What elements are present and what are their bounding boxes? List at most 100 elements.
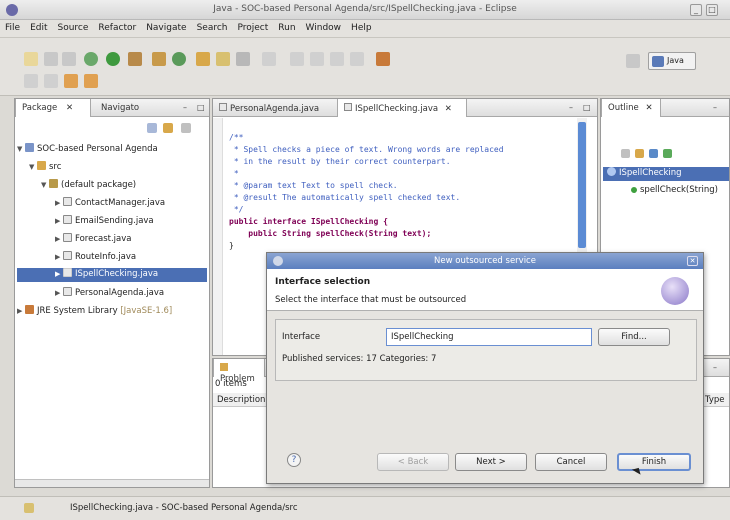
tab-problems[interactable]: Problem	[213, 359, 265, 384]
tree-item-emailsending[interactable]: ▶ EmailSending.java	[55, 215, 154, 229]
hide-static-icon[interactable]	[649, 149, 658, 158]
finish-button[interactable]: Finish	[617, 453, 691, 471]
help-icon[interactable]: ?	[287, 453, 301, 467]
maximize-view-icon[interactable]: □	[583, 103, 591, 112]
scrollbar-thumb[interactable]	[578, 122, 586, 248]
toggle-mark-icon[interactable]	[84, 74, 98, 88]
tab-package-explorer[interactable]: Package ✕	[15, 99, 91, 117]
column-description[interactable]: Description	[217, 395, 265, 405]
tree-item-jre-library[interactable]: ▶ JRE System Library [JavaSE-1.6]	[17, 305, 172, 319]
back-icon[interactable]	[350, 52, 364, 66]
collapse-arrow-icon[interactable]: ▶	[55, 289, 63, 297]
link-editor-icon[interactable]	[163, 123, 173, 133]
sort-icon[interactable]	[621, 149, 630, 158]
annotation-icon[interactable]	[262, 52, 276, 66]
menu-file[interactable]: File	[0, 20, 25, 33]
new-icon[interactable]	[24, 52, 38, 66]
external-tools-icon[interactable]	[128, 52, 142, 66]
run-icon[interactable]	[106, 52, 120, 66]
minimize-view-icon[interactable]: –	[713, 103, 717, 112]
minimize-view-icon[interactable]: –	[183, 103, 187, 112]
code-line-8[interactable]: public interface ISpellChecking {	[229, 217, 388, 226]
find-button[interactable]: Find...	[598, 328, 670, 346]
menu-refactor[interactable]: Refactor	[93, 20, 141, 33]
menu-run[interactable]: Run	[273, 20, 300, 33]
column-type[interactable]: Type	[705, 395, 725, 405]
collapse-arrow-icon[interactable]: ▶	[55, 270, 63, 278]
print-icon[interactable]	[62, 52, 76, 66]
save-icon[interactable]	[44, 52, 58, 66]
new-package-icon[interactable]	[172, 52, 186, 66]
collapse-arrow-icon[interactable]: ▶	[55, 217, 63, 225]
tree-item-ispellchecking[interactable]: ▶ ISpellChecking.java	[17, 268, 207, 282]
next-annotation-icon[interactable]	[290, 52, 304, 66]
nav-forward-icon[interactable]	[44, 74, 58, 88]
dialog-close-icon[interactable]: ✕	[687, 256, 698, 266]
tree-item-routeinfo[interactable]: ▶ RouteInfo.java	[55, 251, 136, 265]
tab-navigator[interactable]: Navigato	[95, 99, 145, 117]
prev-annotation-icon[interactable]	[310, 52, 324, 66]
code-line-3[interactable]: * in the result by their correct counter…	[229, 157, 451, 166]
menu-help[interactable]: Help	[346, 20, 377, 33]
code-line-4[interactable]: *	[229, 169, 239, 178]
menu-edit[interactable]: Edit	[25, 20, 52, 33]
code-line-7[interactable]: */	[229, 205, 244, 214]
collapse-arrow-icon[interactable]: ▶	[55, 235, 63, 243]
interface-input[interactable]: ISpellChecking	[386, 328, 592, 346]
maximize-icon[interactable]: □	[706, 4, 718, 16]
tab-personalagenda-java[interactable]: PersonalAgenda.java	[213, 99, 325, 117]
code-line-10[interactable]: }	[229, 241, 234, 250]
minimize-view-icon[interactable]: –	[569, 103, 573, 112]
expand-arrow-icon[interactable]: ▼	[41, 181, 49, 189]
tree-item-contactmanager[interactable]: ▶ ContactManager.java	[55, 197, 165, 211]
forward-icon[interactable]	[376, 52, 390, 66]
tree-item-project[interactable]: ▼ SOC-based Personal Agenda	[17, 143, 158, 157]
menu-source[interactable]: Source	[53, 20, 94, 33]
cancel-button[interactable]: Cancel	[535, 453, 607, 471]
new-class-icon[interactable]	[196, 52, 210, 66]
code-line-5[interactable]: * @param text Text to spell check.	[229, 181, 398, 190]
hide-nonpublic-icon[interactable]	[663, 149, 672, 158]
java-perspective-button[interactable]: Java	[648, 52, 696, 70]
open-perspective-icon[interactable]	[626, 54, 640, 68]
outline-item-interface[interactable]: ISpellChecking	[603, 167, 729, 181]
tree-item-src[interactable]: ▼ src	[29, 161, 61, 175]
close-icon[interactable]: ✕	[445, 104, 452, 114]
code-line-1[interactable]: /**	[229, 133, 243, 142]
hide-fields-icon[interactable]	[635, 149, 644, 158]
code-line-9[interactable]: public String spellCheck(String text);	[229, 229, 431, 238]
code-line-2[interactable]: * Spell checks a piece of text. Wrong wo…	[229, 145, 504, 154]
horizontal-scrollbar[interactable]	[15, 479, 209, 487]
collapse-arrow-icon[interactable]: ▶	[55, 199, 63, 207]
tree-item-default-package[interactable]: ▼ (default package)	[41, 179, 136, 193]
nav-back-icon[interactable]	[24, 74, 38, 88]
menu-project[interactable]: Project	[232, 20, 273, 33]
fast-view-icon[interactable]	[24, 503, 34, 513]
close-icon[interactable]: ✕	[66, 103, 73, 113]
collapse-arrow-icon[interactable]: ▶	[55, 253, 63, 261]
code-line-6[interactable]: * @result The automatically spell checke…	[229, 193, 460, 202]
minimize-icon[interactable]: _	[690, 4, 702, 16]
new-java-project-icon[interactable]	[152, 52, 166, 66]
tab-outline[interactable]: Outline ✕	[601, 99, 661, 117]
maximize-view-icon[interactable]: □	[197, 103, 205, 112]
tree-item-personalagenda[interactable]: ▶ PersonalAgenda.java	[55, 287, 164, 301]
menu-window[interactable]: Window	[301, 20, 347, 33]
menu-navigate[interactable]: Navigate	[141, 20, 191, 33]
next-button[interactable]: Next >	[455, 453, 527, 471]
search-icon[interactable]	[236, 52, 250, 66]
menu-search[interactable]: Search	[192, 20, 233, 33]
debug-icon[interactable]	[84, 52, 98, 66]
collapse-arrow-icon[interactable]: ▶	[17, 307, 25, 315]
collapse-all-icon[interactable]	[147, 123, 157, 133]
tree-item-forecast[interactable]: ▶ Forecast.java	[55, 233, 131, 247]
tab-ispellchecking-java[interactable]: ISpellChecking.java ✕	[337, 99, 467, 117]
outline-item-method[interactable]: spellCheck(String)	[631, 185, 718, 199]
minimize-view-icon[interactable]: –	[713, 363, 717, 372]
expand-arrow-icon[interactable]: ▼	[29, 163, 37, 171]
view-menu-icon[interactable]	[181, 123, 191, 133]
expand-arrow-icon[interactable]: ▼	[17, 145, 25, 153]
close-icon[interactable]: ✕	[645, 103, 652, 113]
pin-editor-icon[interactable]	[64, 74, 78, 88]
open-type-icon[interactable]	[216, 52, 230, 66]
